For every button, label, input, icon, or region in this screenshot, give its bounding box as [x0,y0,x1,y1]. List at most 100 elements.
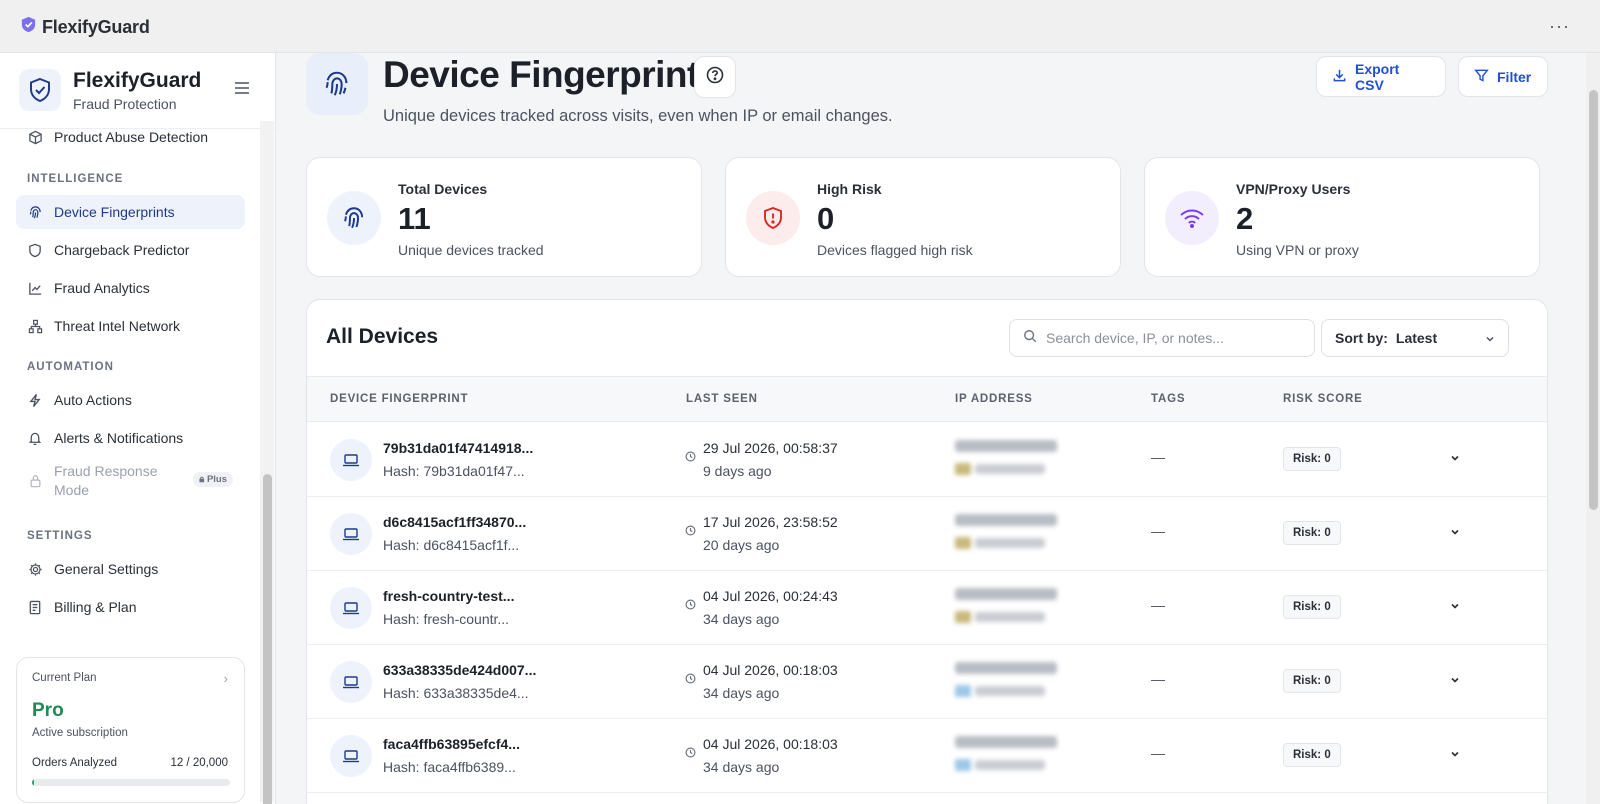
sidebar-item-chargeback-predictor[interactable]: Chargeback Predictor [16,233,245,267]
device-hash: Hash: faca4ffb6389... [383,759,516,775]
sidebar-scroll-thumb[interactable] [263,474,272,804]
plan-status: Active subscription [32,727,128,739]
column-header[interactable]: TAGS [1151,393,1185,405]
device-hash: Hash: d6c8415acf1f... [383,537,520,553]
sidebar-item-label: Chargeback Predictor [54,242,190,258]
clock-icon [685,671,696,689]
ip-address-redacted [955,731,1125,783]
sidebar-item-threat-intel[interactable]: Threat Intel Network [16,309,245,343]
stat-value: 2 [1236,201,1254,236]
sidebar-item-label: Auto Actions [54,392,132,408]
sidebar-item-label: Fraud Analytics [54,280,150,296]
help-button[interactable] [694,56,736,98]
device-hash: Hash: 79b31da01f47... [383,463,525,479]
app-topbar: FlexifyGuard ··· [0,0,1600,53]
risk-score-badge: Risk: 0 [1283,595,1341,619]
sidebar-item-billing[interactable]: Billing & Plan [16,590,245,624]
table-header: DEVICE FINGERPRINT LAST SEEN IP ADDRESS … [307,376,1547,422]
table-row[interactable]: 79b31da01f47414918... Hash: 79b31da01f47.… [307,423,1547,497]
sidebar-item-fraud-analytics[interactable]: Fraud Analytics [16,271,245,305]
chevron-down-icon[interactable] [1449,599,1461,617]
sidebar-subtitle: Fraud Protection [73,96,177,112]
help-circle-icon [706,66,724,89]
chevron-down-icon[interactable] [1449,451,1461,469]
shield-icon [27,242,43,258]
section-intelligence: INTELLIGENCE [27,173,124,185]
current-plan-card[interactable]: Current Plan › Pro Active subscription O… [16,657,245,803]
plus-badge-label: Plus [206,474,227,485]
column-header[interactable]: LAST SEEN [686,393,758,405]
orders-analyzed-label: Orders Analyzed [32,757,118,769]
risk-score-badge: Risk: 0 [1283,447,1341,471]
bell-icon [27,430,43,446]
network-icon [27,318,43,334]
ip-address-redacted [955,509,1125,561]
laptop-icon [330,587,372,629]
column-header[interactable]: DEVICE FINGERPRINT [330,393,468,405]
column-header[interactable]: RISK SCORE [1283,393,1363,405]
sidebar-item-label: General Settings [54,561,159,577]
stat-card-total-devices: Total Devices 11 Unique devices tracked [306,157,702,277]
device-fingerprint[interactable]: 633a38335de424d007... [383,662,536,678]
chevron-down-icon[interactable] [1449,525,1461,543]
page-subtitle: Unique devices tracked across visits, ev… [383,107,893,125]
sort-value: Latest [1395,330,1438,346]
sidebar-item-label: Product Abuse Detection [54,129,209,145]
export-csv-button[interactable]: Export CSV [1316,56,1446,97]
devices-table-card: All Devices Sort by: Latest DEVICE FINGE… [306,299,1548,804]
hamburger-menu-icon[interactable] [234,81,250,100]
device-tags: — [1151,449,1165,465]
receipt-icon [27,599,43,615]
table-row[interactable]: fresh-country-test... Hash: fresh-countr.… [307,571,1547,645]
fingerprint-icon [27,204,43,220]
device-hash: Hash: fresh-countr... [383,611,510,627]
last-seen-timestamp: 04 Jul 2026, 00:24:43 [703,588,838,604]
device-fingerprint[interactable]: 79b31da01f47414918... [383,440,533,456]
sidebar-item-alerts[interactable]: Alerts & Notifications [16,421,245,455]
sidebar: Product Abuse Detection FlexifyGuard Fra… [0,53,276,804]
table-row[interactable]: 633a38335de424d007... Hash: 633a38335de4.… [307,645,1547,719]
search-input[interactable] [1046,330,1296,346]
table-title: All Devices [326,325,439,348]
sidebar-item-label: Device Fingerprints [54,204,175,220]
device-fingerprint[interactable]: d6c8415acf1ff34870... [383,514,526,530]
device-search[interactable] [1009,319,1315,357]
sidebar-item-auto-actions[interactable]: Auto Actions [16,383,245,417]
ip-address-redacted [955,435,1125,487]
device-fingerprint[interactable]: fresh-country-test... [383,588,514,604]
sidebar-item-device-fingerprints[interactable]: Device Fingerprints [16,195,245,229]
orders-analyzed-count: 12 / 20,000 [170,757,228,769]
chevron-down-icon[interactable] [1449,747,1461,765]
filter-button[interactable]: Filter [1458,56,1548,97]
laptop-icon [330,661,372,703]
stat-label: VPN/Proxy Users [1236,181,1351,197]
ip-address-redacted [955,583,1125,635]
sidebar-item-general-settings[interactable]: General Settings [16,552,245,586]
stat-card-vpn-proxy: VPN/Proxy Users 2 Using VPN or proxy [1144,157,1540,277]
stat-value: 0 [817,201,835,236]
laptop-icon [330,439,372,481]
device-tags: — [1151,597,1165,613]
topbar-app-name: FlexifyGuard [42,16,150,37]
last-seen-timestamp: 17 Jul 2026, 23:58:52 [703,514,838,530]
more-options-icon[interactable]: ··· [1549,16,1570,37]
plan-label: Current Plan [32,672,97,684]
main-scroll-thumb[interactable] [1589,90,1598,510]
sidebar-title: FlexifyGuard [73,69,202,92]
orders-progress-fill [32,779,34,786]
sidebar-item-fraud-response[interactable]: Fraud Response Mode 🔒︎ Plus [16,460,245,502]
ip-address-redacted [955,657,1125,709]
table-row[interactable]: d6c8415acf1ff34870... Hash: d6c8415acf1f.… [307,497,1547,571]
chevron-down-icon[interactable] [1449,673,1461,691]
stat-description: Using VPN or proxy [1236,242,1359,258]
column-header[interactable]: IP ADDRESS [955,393,1033,405]
table-row[interactable]: faca4ffb63895efcf4... Hash: faca4ffb6389.… [307,719,1547,793]
brand-logo-icon [19,15,38,39]
last-seen-timestamp: 04 Jul 2026, 00:18:03 [703,736,838,752]
sidebar-item-label: Threat Intel Network [54,318,181,334]
sort-dropdown[interactable]: Sort by: Latest [1321,319,1509,357]
device-tags: — [1151,671,1165,687]
device-fingerprint[interactable]: faca4ffb63895efcf4... [383,736,520,752]
fingerprint-icon [327,191,381,245]
wifi-icon [1165,191,1219,245]
